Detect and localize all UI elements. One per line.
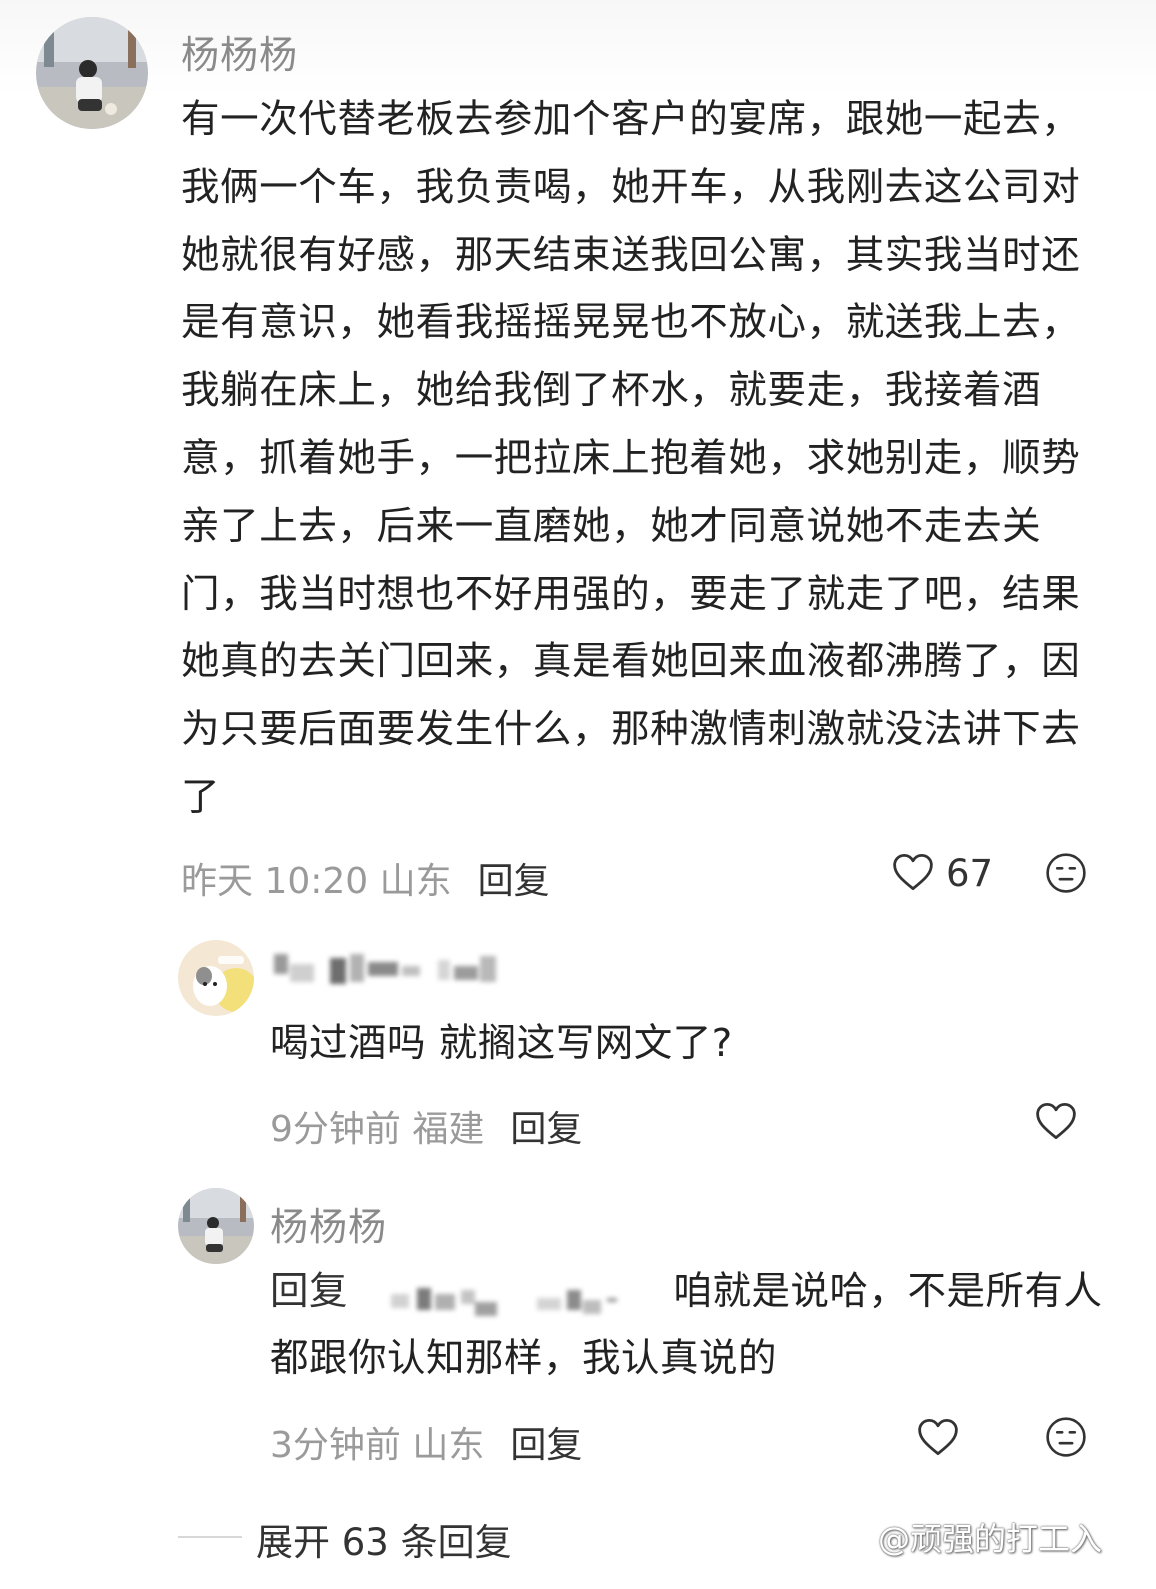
reply-button[interactable]: 回复 — [510, 1425, 582, 1466]
reply-meta-row: 9分钟前 福建 回复 — [270, 1100, 582, 1152]
reply-prefix-label: 回复 — [270, 1269, 349, 1314]
reply-time-location: 3分钟前 山东 — [270, 1425, 485, 1466]
watermark: @顽强的打工入 — [878, 1520, 1103, 1558]
like-button[interactable] — [1035, 1101, 1077, 1141]
comment-text: 有一次代替老板去参加个客户的宴席，跟她一起去，我俩一个车，我负责喝，她开车，从我… — [181, 97, 1081, 820]
reply-time-location: 9分钟前 福建 — [270, 1109, 485, 1150]
reply-avatar[interactable] — [178, 940, 254, 1016]
reply-avatar[interactable] — [178, 1188, 254, 1264]
reply-meta-row: 3分钟前 山东 回复 — [270, 1416, 582, 1468]
heart-outline-icon — [1036, 1102, 1076, 1140]
comment-username[interactable]: 杨杨杨 — [181, 24, 298, 79]
like-button[interactable] — [917, 1417, 959, 1457]
like-button[interactable] — [892, 852, 934, 892]
emoji-reaction-button[interactable] — [1045, 852, 1087, 894]
heart-outline-icon — [893, 853, 933, 891]
comment-time-location: 昨天 10:20 山东 — [181, 861, 452, 902]
heart-outline-icon — [918, 1418, 958, 1456]
expand-replies-button[interactable]: 展开 63 条回复 — [256, 1512, 512, 1566]
cat-avatar-image — [178, 940, 254, 1016]
neutral-face-icon — [1046, 1417, 1086, 1457]
avatar-photo — [36, 17, 148, 129]
censored-name-mosaic — [274, 954, 496, 984]
reply-button[interactable]: 回复 — [478, 861, 550, 902]
avatar[interactable] — [36, 17, 148, 129]
reply-text: 喝过酒吗 就搁这写网文了? — [270, 1021, 733, 1066]
comment-meta-row: 昨天 10:20 山东 回复 — [181, 852, 550, 904]
censored-mention-mosaic — [390, 1287, 617, 1316]
neutral-face-icon — [1046, 853, 1086, 893]
emoji-reaction-button[interactable] — [1045, 1416, 1087, 1458]
reply-button[interactable]: 回复 — [510, 1109, 582, 1150]
blurred-mention[interactable] — [361, 1274, 661, 1316]
reply-text-block: 回复 咱就是说哈，不是所有人都跟你认知那样，我认真说的 — [270, 1258, 1110, 1392]
avatar-photo — [178, 1188, 254, 1264]
reply-username[interactable]: 杨杨杨 — [270, 1196, 387, 1251]
divider-line — [178, 1536, 242, 1538]
like-count: 67 — [946, 852, 994, 895]
blurred-username[interactable] — [270, 948, 520, 988]
